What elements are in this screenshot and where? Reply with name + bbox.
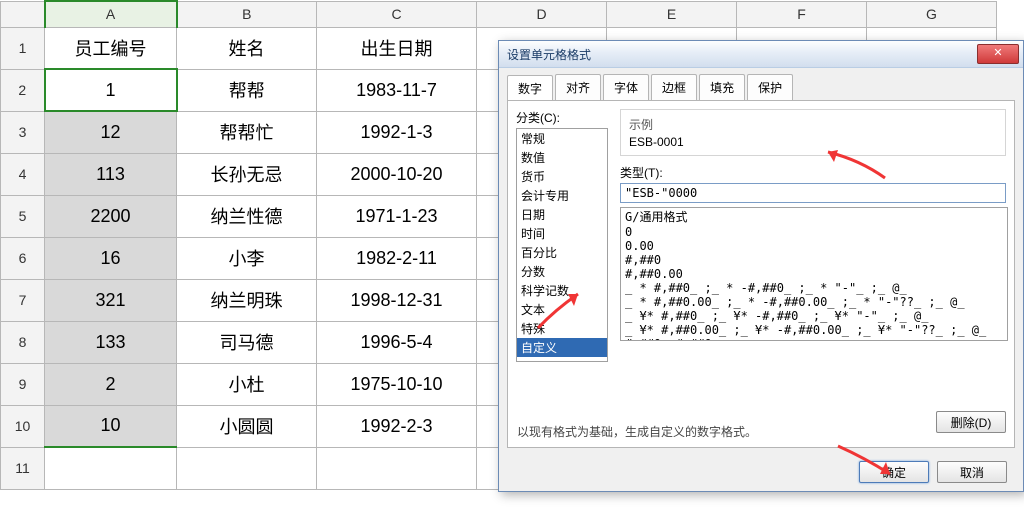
cell[interactable]: 1975-10-10 bbox=[317, 363, 477, 405]
close-icon[interactable]: ✕ bbox=[977, 44, 1019, 64]
cell[interactable]: 321 bbox=[45, 279, 177, 321]
cell[interactable]: 2200 bbox=[45, 195, 177, 237]
category-item[interactable]: 科学记数 bbox=[517, 281, 607, 300]
tab-border[interactable]: 边框 bbox=[651, 74, 697, 100]
example-label: 示例 bbox=[629, 116, 997, 133]
category-item[interactable]: 文本 bbox=[517, 300, 607, 319]
cell[interactable]: 1992-1-3 bbox=[317, 111, 477, 153]
format-item[interactable]: #,##0.00 bbox=[621, 267, 1007, 281]
row-header-6[interactable]: 6 bbox=[1, 237, 45, 279]
row-header-8[interactable]: 8 bbox=[1, 321, 45, 363]
cell[interactable]: 长孙无忌 bbox=[177, 153, 317, 195]
format-item[interactable]: _ * #,##0_ ;_ * -#,##0_ ;_ * "-"_ ;_ @_ bbox=[621, 281, 1007, 295]
cell[interactable]: 纳兰明珠 bbox=[177, 279, 317, 321]
dialog-titlebar[interactable]: 设置单元格格式 ✕ bbox=[499, 41, 1023, 68]
cell-active[interactable]: 1 bbox=[45, 69, 177, 111]
dialog-title: 设置单元格格式 bbox=[507, 46, 977, 63]
col-header-B[interactable]: B bbox=[177, 1, 317, 27]
cell[interactable]: 113 bbox=[45, 153, 177, 195]
row-header-4[interactable]: 4 bbox=[1, 153, 45, 195]
cell[interactable]: 司马德 bbox=[177, 321, 317, 363]
tab-alignment[interactable]: 对齐 bbox=[555, 74, 601, 100]
example-box: 示例 ESB-0001 bbox=[620, 109, 1006, 156]
select-all-corner[interactable] bbox=[1, 1, 45, 27]
cell[interactable]: 12 bbox=[45, 111, 177, 153]
category-item[interactable]: 时间 bbox=[517, 224, 607, 243]
category-item[interactable]: 数值 bbox=[517, 148, 607, 167]
cell[interactable]: 姓名 bbox=[177, 27, 317, 69]
cell[interactable]: 1983-11-7 bbox=[317, 69, 477, 111]
cell[interactable]: 帮帮 bbox=[177, 69, 317, 111]
dialog-description: 以现有格式为基础，生成自定义的数字格式。 bbox=[517, 423, 757, 440]
row-header-11[interactable]: 11 bbox=[1, 447, 45, 489]
cell[interactable]: 2000-10-20 bbox=[317, 153, 477, 195]
col-header-C[interactable]: C bbox=[317, 1, 477, 27]
format-item[interactable]: G/通用格式 bbox=[621, 208, 1007, 225]
cell[interactable]: 10 bbox=[45, 405, 177, 447]
cell[interactable]: 16 bbox=[45, 237, 177, 279]
format-item[interactable]: 0 bbox=[621, 225, 1007, 239]
cell[interactable]: 1982-2-11 bbox=[317, 237, 477, 279]
row-header-3[interactable]: 3 bbox=[1, 111, 45, 153]
type-label: 类型(T): bbox=[620, 164, 1006, 181]
category-item[interactable]: 货币 bbox=[517, 167, 607, 186]
example-value: ESB-0001 bbox=[629, 135, 997, 149]
cell[interactable]: 1971-1-23 bbox=[317, 195, 477, 237]
format-item[interactable]: _ ¥* #,##0.00_ ;_ ¥* -#,##0.00_ ;_ ¥* "-… bbox=[621, 323, 1007, 337]
col-header-D[interactable]: D bbox=[477, 1, 607, 27]
cell[interactable]: 133 bbox=[45, 321, 177, 363]
cell[interactable]: 2 bbox=[45, 363, 177, 405]
cell[interactable]: 1996-5-4 bbox=[317, 321, 477, 363]
delete-button[interactable]: 删除(D) bbox=[936, 411, 1006, 433]
tab-font[interactable]: 字体 bbox=[603, 74, 649, 100]
category-item[interactable]: 日期 bbox=[517, 205, 607, 224]
category-item-custom[interactable]: 自定义 bbox=[517, 338, 607, 357]
format-cells-dialog: 设置单元格格式 ✕ 数字 对齐 字体 边框 填充 保护 分类(C): 常规 数值… bbox=[498, 40, 1024, 492]
row-header-10[interactable]: 10 bbox=[1, 405, 45, 447]
format-item[interactable]: #,##0;-#,##0 bbox=[621, 337, 1007, 341]
cell[interactable]: 1998-12-31 bbox=[317, 279, 477, 321]
cell[interactable]: 员工编号 bbox=[45, 27, 177, 69]
cancel-button[interactable]: 取消 bbox=[937, 461, 1007, 483]
type-input[interactable] bbox=[620, 183, 1006, 203]
col-header-A[interactable]: A bbox=[45, 1, 177, 27]
format-item[interactable]: #,##0 bbox=[621, 253, 1007, 267]
row-header-9[interactable]: 9 bbox=[1, 363, 45, 405]
cell[interactable]: 1992-2-3 bbox=[317, 405, 477, 447]
dialog-tabs: 数字 对齐 字体 边框 填充 保护 bbox=[499, 68, 1023, 100]
col-header-G[interactable]: G bbox=[867, 1, 997, 27]
format-list[interactable]: G/通用格式 0 0.00 #,##0 #,##0.00 _ * #,##0_ … bbox=[620, 207, 1008, 341]
category-item[interactable]: 会计专用 bbox=[517, 186, 607, 205]
tab-protection[interactable]: 保护 bbox=[747, 74, 793, 100]
format-item[interactable]: 0.00 bbox=[621, 239, 1007, 253]
cell[interactable]: 纳兰性德 bbox=[177, 195, 317, 237]
cell[interactable]: 帮帮忙 bbox=[177, 111, 317, 153]
format-item[interactable]: _ ¥* #,##0_ ;_ ¥* -#,##0_ ;_ ¥* "-"_ ;_ … bbox=[621, 309, 1007, 323]
row-header-1[interactable]: 1 bbox=[1, 27, 45, 69]
cell[interactable]: 小圆圆 bbox=[177, 405, 317, 447]
row-header-5[interactable]: 5 bbox=[1, 195, 45, 237]
tab-fill[interactable]: 填充 bbox=[699, 74, 745, 100]
col-header-E[interactable]: E bbox=[607, 1, 737, 27]
ok-button[interactable]: 确定 bbox=[859, 461, 929, 483]
cell[interactable]: 小李 bbox=[177, 237, 317, 279]
format-item[interactable]: _ * #,##0.00_ ;_ * -#,##0.00_ ;_ * "-"??… bbox=[621, 295, 1007, 309]
tab-number[interactable]: 数字 bbox=[507, 75, 553, 101]
category-item[interactable]: 特殊 bbox=[517, 319, 607, 338]
col-header-F[interactable]: F bbox=[737, 1, 867, 27]
category-list[interactable]: 常规 数值 货币 会计专用 日期 时间 百分比 分数 科学记数 文本 特殊 自定… bbox=[516, 128, 608, 362]
category-item[interactable]: 百分比 bbox=[517, 243, 607, 262]
cell[interactable]: 小杜 bbox=[177, 363, 317, 405]
row-header-2[interactable]: 2 bbox=[1, 69, 45, 111]
category-item[interactable]: 常规 bbox=[517, 129, 607, 148]
row-header-7[interactable]: 7 bbox=[1, 279, 45, 321]
category-item[interactable]: 分数 bbox=[517, 262, 607, 281]
cell[interactable]: 出生日期 bbox=[317, 27, 477, 69]
